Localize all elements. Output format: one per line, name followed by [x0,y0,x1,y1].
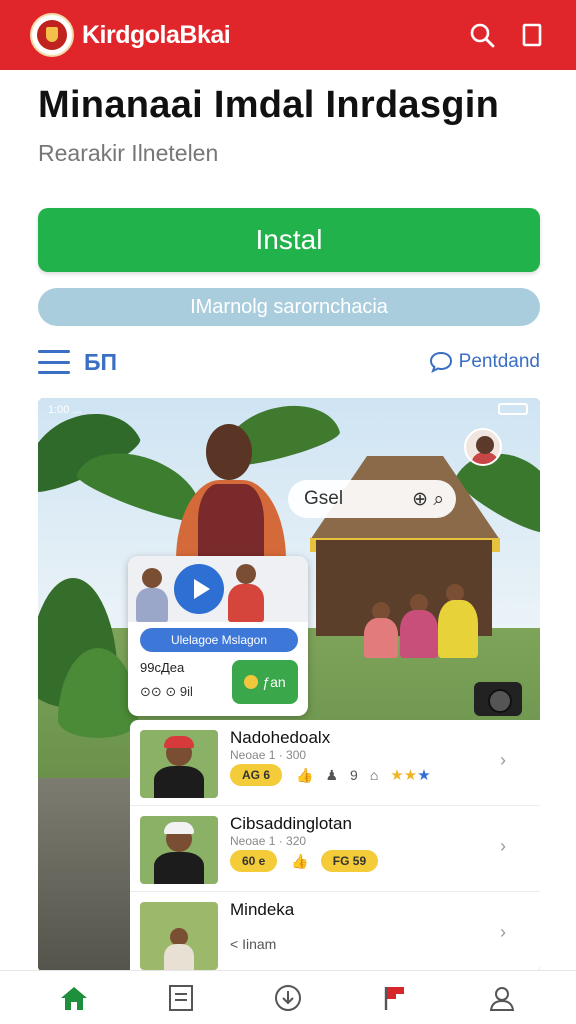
list-item-subtitle: Neoae 1 · 300 [230,748,307,762]
info-pill[interactable]: IMarnolg sarornchacia [38,288,540,326]
list-item[interactable]: Cibsaddinglotan Neoae 1 · 320 60 e 👍 FG … [130,806,540,892]
coin-icon [244,675,259,689]
chevron-right-icon[interactable]: › [500,922,506,943]
chat-bubble-icon [429,351,452,373]
flag-icon[interactable] [370,973,420,1023]
list-item-badge: 60 e [230,850,278,872]
video-stats: ⊙⊙ ⊙ 9il [140,684,193,699]
search-chip-icons: ⊕ ⌕ [412,488,444,510]
avatar[interactable] [464,428,502,466]
battery-icon [498,403,528,415]
list-item-title: Mindeka [230,900,295,919]
list-item-action[interactable]: < Iinam [230,936,276,952]
media-preview[interactable]: 1:00 ... Gsel ⊕ ⌕ Ulelagoe Mslagon 99cДe… [38,398,540,972]
video-card[interactable]: Ulelagoe Mslagon 99cДea ⊙⊙ ⊙ 9il ƒan [128,556,308,716]
home-icon[interactable] [49,973,99,1023]
media-status-bar: 1:00 ... [48,404,82,416]
thumbs-up-icon[interactable]: 👍 [296,767,313,784]
list-item[interactable]: Nadohedoalx Neoae 1 · 300 AG 6 👍 ♟ 9 ⌂ ★… [130,720,540,806]
search-icon[interactable] [462,15,502,55]
home-small-icon: ⌂ [369,767,379,783]
play-icon[interactable] [174,564,224,614]
list-item-subtitle: Neoae 1 · 320 [230,834,307,848]
list-item-badge: AG 6 [230,764,283,786]
share-label: Pentdand [458,351,540,372]
list-item-title: Cibsaddinglotan [230,814,352,833]
crest-logo-icon[interactable] [30,13,74,57]
download-icon[interactable] [263,973,313,1023]
content-list: Nadohedoalx Neoae 1 · 300 AG 6 👍 ♟ 9 ⌂ ★… [130,720,540,972]
bottom-nav [0,970,576,1024]
list-item-title: Nadohedoalx [230,728,331,747]
hamburger-menu-icon[interactable] [38,350,70,374]
video-pill[interactable]: Ulelagoe Mslagon [140,628,298,652]
video-action-button[interactable]: ƒan [232,660,298,704]
list-icon[interactable] [156,973,206,1023]
chevron-right-icon[interactable]: › [500,750,506,771]
language-label[interactable]: БП [84,349,429,376]
toolbar-row: БП Pentdand [38,344,540,380]
page-subtitle: Rearakir Ilnetelen [38,140,219,166]
media-search-text: Gsel [304,488,344,509]
video-meta: 99cДea [140,660,185,675]
profile-icon[interactable] [477,973,527,1023]
square-icon[interactable] [512,15,552,55]
thumbs-up-icon[interactable]: 👍 [291,853,308,870]
user-icon[interactable]: ♟ [325,767,338,784]
media-search-chip[interactable]: Gsel ⊕ ⌕ [288,480,456,518]
rating-stars: ★★★ [390,767,431,784]
list-item-trailing: 9 [350,767,358,783]
brand-name: KirdgolaΒkai [82,20,231,49]
app-bar: KirdgolaΒkai [0,0,576,70]
list-item[interactable]: Mindeka < Iinam › [130,892,540,972]
install-button[interactable]: Instal [38,208,540,272]
list-item-badge-secondary: FG 59 [320,850,379,872]
share-button[interactable]: Pentdand [429,351,540,373]
page-title: Minanaai Imdal Inrdasgin [38,84,500,126]
chevron-right-icon[interactable]: › [500,836,506,857]
camera-icon [474,682,522,716]
video-action-label: ƒan [262,674,286,690]
